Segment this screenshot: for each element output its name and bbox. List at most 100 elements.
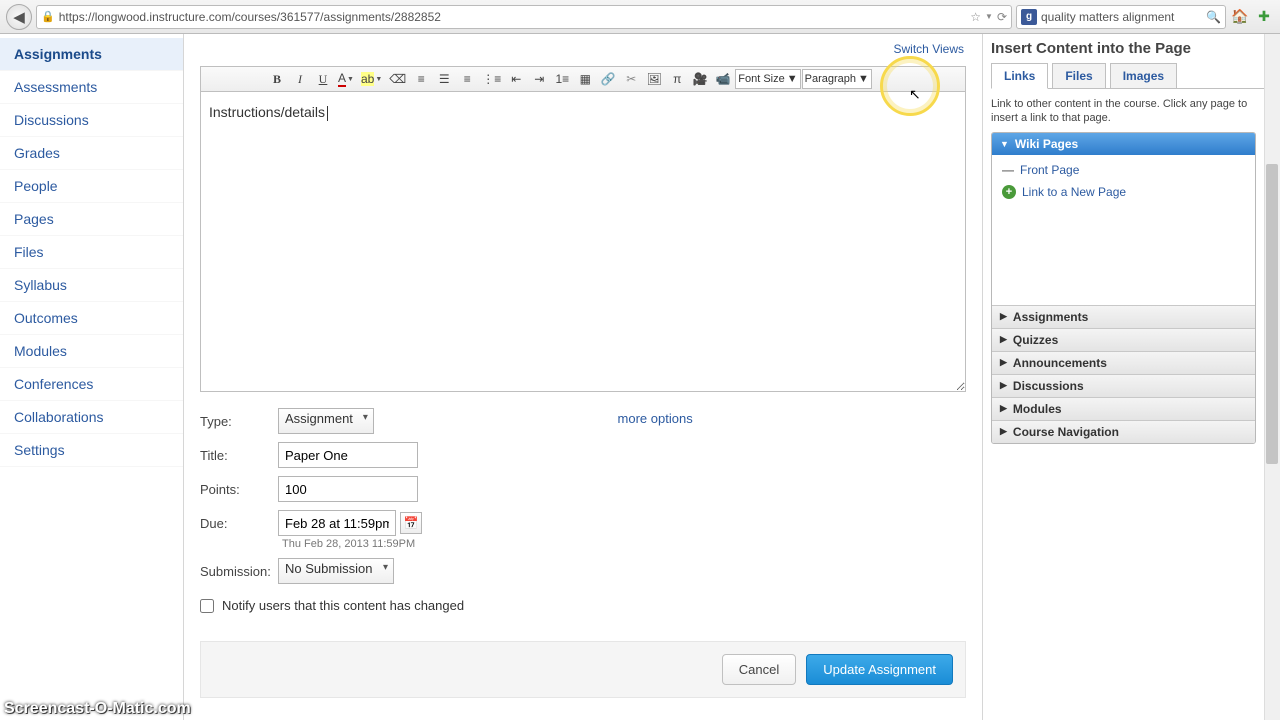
rte-toolbar: B I U A▼ ab▼ ⌫ ≡ ☰ ≡ ⋮≡ ⇤ ⇥ 1≡ ▦ 🔗 ✂ 🖼 π… <box>200 66 966 92</box>
align-left-button[interactable]: ≡ <box>410 68 432 90</box>
points-input[interactable] <box>278 476 418 502</box>
sidebar-item-files[interactable]: Files <box>0 236 183 269</box>
update-assignment-button[interactable]: Update Assignment <box>806 654 953 685</box>
link-front-page[interactable]: —Front Page <box>992 159 1255 181</box>
tab-images[interactable]: Images <box>1110 63 1177 89</box>
acc-announcements[interactable]: ▶Announcements <box>992 351 1255 374</box>
indent-button[interactable]: ⇥ <box>528 68 550 90</box>
notify-checkbox[interactable] <box>200 599 214 613</box>
sidebar-item-assessments[interactable]: Assessments <box>0 71 183 104</box>
triangle-down-icon: ▼ <box>1000 139 1009 149</box>
acc-course-navigation[interactable]: ▶Course Navigation <box>992 420 1255 443</box>
sidebar-item-outcomes[interactable]: Outcomes <box>0 302 183 335</box>
equation-button[interactable]: π <box>666 68 688 90</box>
bookmark-star-icon[interactable]: ☆ <box>970 10 981 24</box>
italic-button[interactable]: I <box>289 68 311 90</box>
link-new-page[interactable]: +Link to a New Page <box>992 181 1255 203</box>
lock-icon: 🔒 <box>41 10 55 23</box>
outdent-button[interactable]: ⇤ <box>505 68 527 90</box>
number-list-button[interactable]: 1≡ <box>551 68 573 90</box>
bg-color-button[interactable]: ab▼ <box>358 68 385 90</box>
media-button[interactable]: 🎥 <box>689 68 711 90</box>
points-label: Points: <box>200 482 278 497</box>
form-actions: Cancel Update Assignment <box>200 641 966 698</box>
switch-views-link[interactable]: Switch Views <box>894 42 964 56</box>
acc-assignments[interactable]: ▶Assignments <box>992 305 1255 328</box>
reload-icon[interactable]: ⟳ <box>997 10 1007 24</box>
panel-title: Insert Content into the Page <box>991 40 1272 57</box>
bold-button[interactable]: B <box>266 68 288 90</box>
sidebar-item-assignments[interactable]: Assignments <box>0 38 183 71</box>
panel-tabs: Links Files Images <box>991 63 1272 89</box>
insert-content-panel: Insert Content into the Page Links Files… <box>982 34 1280 720</box>
home-icon[interactable]: 🏠 <box>1230 7 1250 27</box>
table-button[interactable]: ▦ <box>574 68 596 90</box>
main-content: Switch Views ↖ B I U A▼ ab▼ ⌫ ≡ ☰ ≡ ⋮≡ ⇤… <box>184 34 982 720</box>
paragraph-select[interactable]: Paragraph▼ <box>802 69 872 89</box>
type-select[interactable]: Assignment <box>278 408 374 434</box>
submission-label: Submission: <box>200 564 278 579</box>
acc-quizzes[interactable]: ▶Quizzes <box>992 328 1255 351</box>
record-button[interactable]: 📹 <box>712 68 734 90</box>
acc-wiki-pages[interactable]: ▼Wiki Pages <box>992 133 1255 155</box>
title-label: Title: <box>200 448 278 463</box>
scrollbar[interactable] <box>1264 34 1280 720</box>
title-input[interactable] <box>278 442 418 468</box>
clear-format-button[interactable]: ⌫ <box>386 68 409 90</box>
back-button[interactable]: ◀ <box>6 4 32 30</box>
notify-label: Notify users that this content has chang… <box>222 598 464 613</box>
watermark: Screencast-O-Matic.com <box>4 700 191 718</box>
acc-discussions[interactable]: ▶Discussions <box>992 374 1255 397</box>
browser-toolbar: ◀ 🔒 https://longwood.instructure.com/cou… <box>0 0 1280 34</box>
triangle-right-icon: ▶ <box>1000 403 1007 414</box>
align-center-button[interactable]: ☰ <box>433 68 455 90</box>
panel-description: Link to other content in the course. Cli… <box>991 97 1272 126</box>
sidebar-item-people[interactable]: People <box>0 170 183 203</box>
sidebar-item-settings[interactable]: Settings <box>0 434 183 467</box>
due-hint: Thu Feb 28, 2013 11:59PM <box>282 538 966 550</box>
search-text: quality matters alignment <box>1041 10 1202 24</box>
link-button[interactable]: 🔗 <box>597 68 619 90</box>
url-bar[interactable]: 🔒 https://longwood.instructure.com/cours… <box>36 5 1012 29</box>
bullet-list-button[interactable]: ⋮≡ <box>479 68 504 90</box>
url-text: https://longwood.instructure.com/courses… <box>59 10 967 24</box>
type-label: Type: <box>200 414 278 429</box>
due-input[interactable] <box>278 510 396 536</box>
calendar-icon[interactable]: 📅 <box>400 512 422 534</box>
unlink-button[interactable]: ✂ <box>620 68 642 90</box>
sidebar-item-collaborations[interactable]: Collaborations <box>0 401 183 434</box>
sidebar-item-pages[interactable]: Pages <box>0 203 183 236</box>
sidebar-item-conferences[interactable]: Conferences <box>0 368 183 401</box>
image-button[interactable]: 🖼 <box>643 68 665 90</box>
plus-icon: + <box>1002 185 1016 199</box>
acc-modules[interactable]: ▶Modules <box>992 397 1255 420</box>
sidebar-item-grades[interactable]: Grades <box>0 137 183 170</box>
browser-search[interactable]: g quality matters alignment 🔍 <box>1016 5 1226 29</box>
sidebar-item-discussions[interactable]: Discussions <box>0 104 183 137</box>
editor-content: Instructions/details <box>209 104 325 120</box>
dash-icon: — <box>1002 163 1014 177</box>
links-accordion: ▼Wiki Pages —Front Page +Link to a New P… <box>991 132 1256 444</box>
tab-files[interactable]: Files <box>1052 63 1105 89</box>
more-options-link[interactable]: more options <box>618 411 693 426</box>
assignment-form: Type: Assignment more options Title: Poi… <box>200 408 966 613</box>
triangle-right-icon: ▶ <box>1000 380 1007 391</box>
text-color-button[interactable]: A▼ <box>335 68 357 90</box>
sidebar-item-modules[interactable]: Modules <box>0 335 183 368</box>
triangle-right-icon: ▶ <box>1000 426 1007 437</box>
tab-links[interactable]: Links <box>991 63 1048 89</box>
sidebar-item-syllabus[interactable]: Syllabus <box>0 269 183 302</box>
align-right-button[interactable]: ≡ <box>456 68 478 90</box>
submission-select[interactable]: No Submission <box>278 558 394 584</box>
underline-button[interactable]: U <box>312 68 334 90</box>
rte-editor[interactable]: Instructions/details <box>200 92 966 392</box>
google-badge-icon: g <box>1021 9 1037 25</box>
due-label: Due: <box>200 516 278 531</box>
triangle-right-icon: ▶ <box>1000 357 1007 368</box>
triangle-right-icon: ▶ <box>1000 334 1007 345</box>
font-size-select[interactable]: Font Size▼ <box>735 69 800 89</box>
search-icon[interactable]: 🔍 <box>1206 10 1221 24</box>
dropdown-icon[interactable]: ▼ <box>985 12 993 21</box>
extensions-icon[interactable]: ✚ <box>1254 7 1274 27</box>
cancel-button[interactable]: Cancel <box>722 654 796 685</box>
